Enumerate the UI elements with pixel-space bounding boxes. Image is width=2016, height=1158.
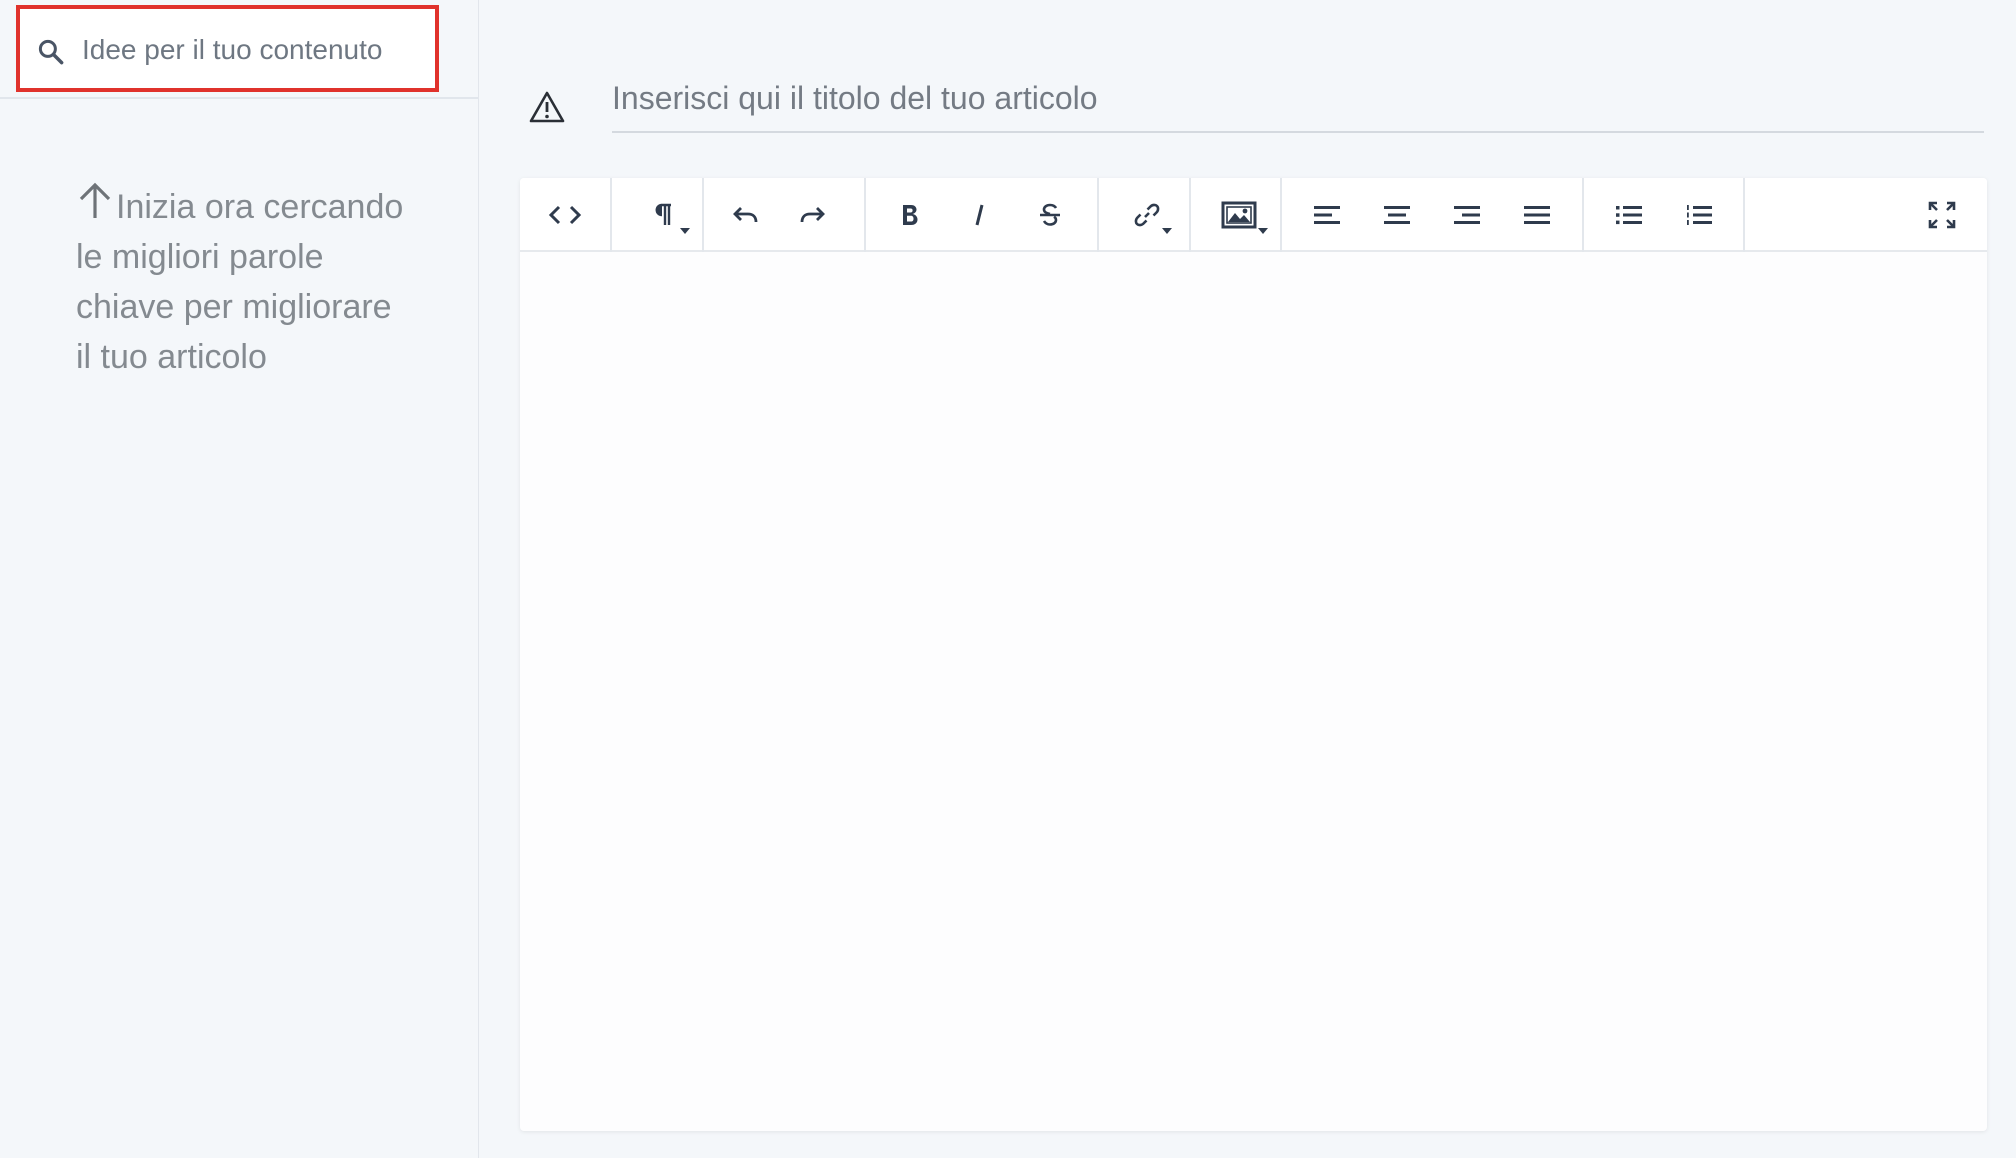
paragraph-format-button[interactable] (628, 186, 698, 244)
align-center-icon (1382, 203, 1412, 227)
fullscreen-button[interactable] (1917, 186, 1967, 244)
editor-content-area[interactable] (520, 252, 1987, 1131)
strikethrough-button[interactable] (1025, 186, 1075, 244)
chevron-down-icon (1162, 228, 1172, 234)
align-right-button[interactable] (1442, 186, 1492, 244)
sidebar-hint-text: Inizia ora cercando le migliori parole c… (76, 188, 404, 376)
align-right-icon (1452, 203, 1482, 227)
ordered-list-button[interactable] (1674, 186, 1724, 244)
search-icon (36, 37, 66, 67)
insert-image-icon (1221, 201, 1257, 229)
code-view-button[interactable] (540, 186, 590, 244)
rich-text-editor (520, 178, 1987, 1131)
toolbar-separator (864, 178, 866, 252)
align-justify-icon (1522, 203, 1552, 227)
arrow-up-icon (76, 180, 114, 220)
sidebar: Inizia ora cercando le migliori parole c… (0, 0, 479, 1158)
unordered-list-icon (1614, 203, 1644, 227)
bold-button[interactable] (885, 186, 935, 244)
toolbar-separator (1280, 178, 1282, 252)
search-box[interactable] (16, 5, 439, 92)
toolbar-separator (1582, 178, 1584, 252)
article-title-input[interactable] (612, 70, 1984, 133)
toolbar-separator (1189, 178, 1191, 252)
chevron-down-icon (680, 228, 690, 234)
align-center-button[interactable] (1372, 186, 1422, 244)
align-left-button[interactable] (1302, 186, 1352, 244)
align-justify-button[interactable] (1512, 186, 1562, 244)
insert-image-button[interactable] (1204, 186, 1274, 244)
strikethrough-icon (1038, 202, 1062, 228)
italic-icon (971, 203, 989, 227)
italic-button[interactable] (955, 186, 1005, 244)
insert-link-icon (1133, 201, 1161, 229)
undo-icon (731, 204, 759, 226)
search-input[interactable] (82, 25, 422, 75)
toolbar-separator (702, 178, 704, 252)
chevron-down-icon (1258, 228, 1268, 234)
code-view-icon (548, 204, 582, 226)
unordered-list-button[interactable] (1604, 186, 1654, 244)
editor-toolbar (520, 178, 1987, 252)
toolbar-separator (1743, 178, 1745, 252)
main-content (480, 0, 2016, 1158)
ordered-list-icon (1684, 203, 1714, 227)
fullscreen-icon (1927, 200, 1957, 230)
paragraph-format-icon (652, 202, 674, 228)
toolbar-separator (610, 178, 612, 252)
redo-icon (799, 204, 827, 226)
undo-button[interactable] (720, 186, 770, 244)
toolbar-separator (1097, 178, 1099, 252)
align-left-icon (1312, 203, 1342, 227)
search-area (0, 0, 478, 99)
insert-link-button[interactable] (1112, 186, 1182, 244)
redo-button[interactable] (788, 186, 838, 244)
bold-icon (900, 203, 920, 227)
title-row (480, 70, 2016, 140)
sidebar-hint: Inizia ora cercando le migliori parole c… (76, 180, 406, 382)
warning-icon (529, 90, 565, 124)
